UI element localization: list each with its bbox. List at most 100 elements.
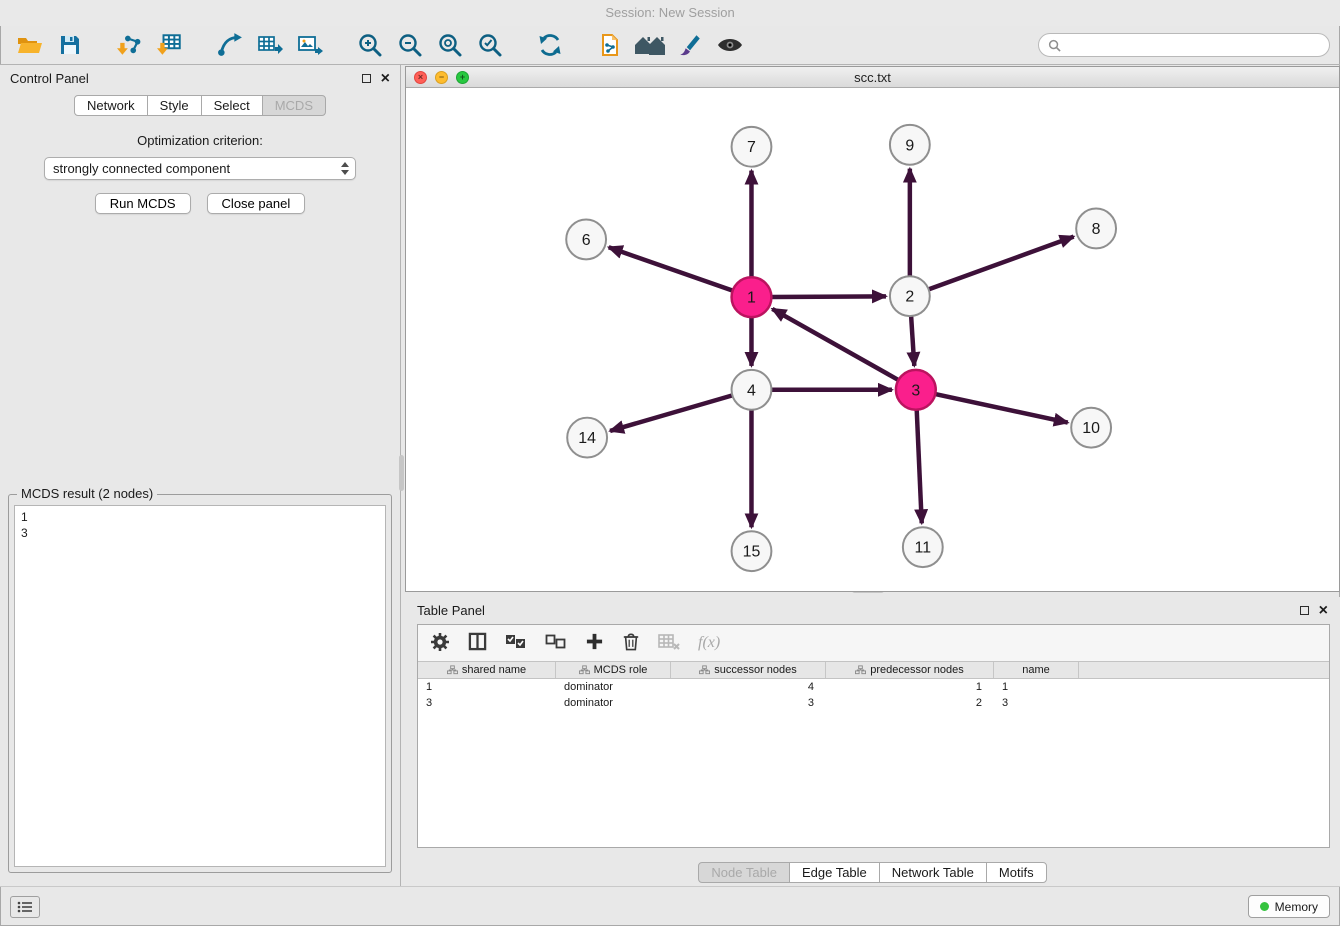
svg-text:15: 15 <box>743 544 761 561</box>
column-header-predecessor-nodes[interactable]: predecessor nodes <box>826 662 994 678</box>
node-9[interactable]: 9 <box>890 125 930 165</box>
cell-mcds-role[interactable]: dominator <box>556 695 671 711</box>
edge-3-11[interactable] <box>917 410 922 524</box>
criterion-dropdown[interactable]: strongly connected component <box>44 157 356 180</box>
column-label: MCDS role <box>594 664 648 676</box>
network-window-titlebar[interactable]: × − + scc.txt <box>406 67 1339 88</box>
vertical-splitter-handle[interactable] <box>399 455 404 491</box>
edge-2-8[interactable] <box>929 237 1074 290</box>
mcds-result-list[interactable]: 1 3 <box>14 505 386 867</box>
export-network-button[interactable] <box>210 28 250 62</box>
node-4[interactable]: 4 <box>732 370 772 410</box>
node-6[interactable]: 6 <box>566 219 606 259</box>
node-1[interactable]: 1 <box>732 277 772 317</box>
search-input[interactable] <box>1067 38 1320 53</box>
trash-icon <box>622 631 640 652</box>
zoom-traffic-icon[interactable]: + <box>456 71 469 84</box>
tab-select[interactable]: Select <box>201 95 263 116</box>
run-mcds-button[interactable]: Run MCDS <box>95 193 191 214</box>
cell-shared-name[interactable]: 3 <box>418 695 556 711</box>
node-7[interactable]: 7 <box>732 127 772 167</box>
column-header-name[interactable]: name <box>994 662 1079 678</box>
apply-style-button[interactable] <box>670 28 710 62</box>
node-15[interactable]: 15 <box>732 531 772 571</box>
column-header-successor-nodes[interactable]: successor nodes <box>671 662 826 678</box>
deselect-all-rows-button[interactable] <box>545 634 567 653</box>
close-panel-button[interactable]: Close panel <box>207 193 306 214</box>
main-toolbar <box>0 26 1340 65</box>
tab-edge-table[interactable]: Edge Table <box>789 862 880 883</box>
table-row[interactable]: 3 dominator 3 2 3 <box>418 695 1329 711</box>
import-network-file-button[interactable] <box>110 28 150 62</box>
float-table-panel-icon[interactable] <box>1300 606 1309 615</box>
zoom-out-button[interactable] <box>390 28 430 62</box>
edge-1-6[interactable] <box>609 247 733 290</box>
edge-4-14[interactable] <box>610 395 732 431</box>
tab-motifs[interactable]: Motifs <box>986 862 1047 883</box>
column-header-shared-name[interactable]: shared name <box>418 662 556 678</box>
network-graph[interactable]: 7 9 6 8 1 2 4 3 14 10 15 11 <box>406 89 1339 591</box>
zoom-fit-button[interactable] <box>430 28 470 62</box>
memory-label: Memory <box>1275 900 1318 914</box>
column-header-mcds-role[interactable]: MCDS role <box>556 662 671 678</box>
close-panel-icon[interactable]: × <box>381 74 390 84</box>
node-3[interactable]: 3 <box>896 370 936 410</box>
node-11[interactable]: 11 <box>903 527 943 567</box>
cell-predecessor-nodes[interactable]: 1 <box>826 679 994 695</box>
export-image-button[interactable] <box>290 28 330 62</box>
float-panel-icon[interactable] <box>362 74 371 83</box>
home-icon <box>634 33 666 57</box>
network-canvas[interactable]: 7 9 6 8 1 2 4 3 14 10 15 11 <box>406 89 1339 591</box>
import-table-file-button[interactable] <box>150 28 190 62</box>
node-10[interactable]: 10 <box>1071 408 1111 448</box>
table-header-row: shared name MCDS role successor nodes pr… <box>418 661 1329 679</box>
task-history-button[interactable] <box>10 896 40 918</box>
node-2[interactable]: 2 <box>890 276 930 316</box>
minimize-traffic-icon[interactable]: − <box>435 71 448 84</box>
cell-mcds-role[interactable]: dominator <box>556 679 671 695</box>
open-session-button[interactable] <box>10 28 50 62</box>
tab-mcds[interactable]: MCDS <box>262 95 326 116</box>
refresh-view-button[interactable] <box>530 28 570 62</box>
svg-text:1: 1 <box>747 290 756 307</box>
network-window-title: scc.txt <box>854 70 891 85</box>
dropdown-arrows-icon <box>341 162 349 175</box>
node-8[interactable]: 8 <box>1076 209 1116 249</box>
add-row-button[interactable] <box>585 632 604 654</box>
home-button[interactable] <box>630 28 670 62</box>
edge-2-3[interactable] <box>911 316 914 366</box>
zoom-in-button[interactable] <box>350 28 390 62</box>
tab-network[interactable]: Network <box>74 95 148 116</box>
delete-columns-button <box>658 633 680 654</box>
memory-button[interactable]: Memory <box>1248 895 1330 918</box>
edge-1-2[interactable] <box>771 296 886 297</box>
gear-icon <box>430 632 450 652</box>
table-settings-button[interactable] <box>430 632 450 655</box>
svg-text:2: 2 <box>905 289 914 306</box>
edge-3-1[interactable] <box>772 309 898 380</box>
show-hide-button[interactable] <box>710 28 750 62</box>
cell-successor-nodes[interactable]: 4 <box>671 679 826 695</box>
cell-successor-nodes[interactable]: 3 <box>671 695 826 711</box>
delete-rows-button[interactable] <box>622 631 640 655</box>
save-session-button[interactable] <box>50 28 90 62</box>
network-from-document-button[interactable] <box>590 28 630 62</box>
tab-network-table[interactable]: Network Table <box>879 862 987 883</box>
export-table-button[interactable] <box>250 28 290 62</box>
edge-3-10[interactable] <box>935 394 1067 423</box>
node-14[interactable]: 14 <box>567 418 607 458</box>
cell-name[interactable]: 1 <box>994 679 1079 695</box>
svg-text:4: 4 <box>747 382 756 399</box>
svg-text:6: 6 <box>582 232 591 249</box>
select-all-rows-button[interactable] <box>505 634 527 653</box>
toggle-columns-button[interactable] <box>468 632 487 654</box>
cell-name[interactable]: 3 <box>994 695 1079 711</box>
close-table-panel-icon[interactable]: × <box>1319 606 1328 616</box>
cell-predecessor-nodes[interactable]: 2 <box>826 695 994 711</box>
zoom-selected-button[interactable] <box>470 28 510 62</box>
table-row[interactable]: 1 dominator 4 1 1 <box>418 679 1329 695</box>
tab-style[interactable]: Style <box>147 95 202 116</box>
close-traffic-icon[interactable]: × <box>414 71 427 84</box>
cell-shared-name[interactable]: 1 <box>418 679 556 695</box>
tab-node-table[interactable]: Node Table <box>698 862 790 883</box>
